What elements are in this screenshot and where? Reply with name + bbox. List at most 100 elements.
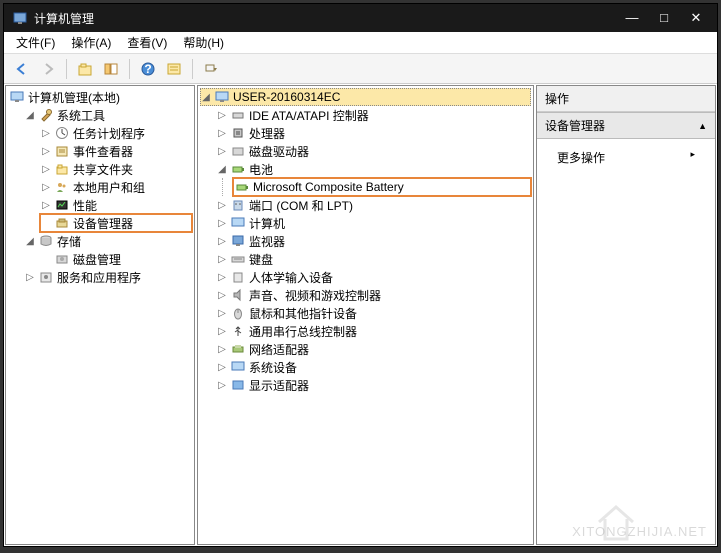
expand-icon[interactable]: ▷ bbox=[216, 379, 228, 391]
expand-icon[interactable]: ▷ bbox=[216, 289, 228, 301]
expand-icon[interactable]: ▷ bbox=[216, 325, 228, 337]
device-network[interactable]: ▷网络适配器 bbox=[216, 340, 531, 358]
expand-icon[interactable]: ▷ bbox=[216, 217, 228, 229]
expand-icon[interactable]: ▷ bbox=[24, 271, 36, 283]
more-actions[interactable]: 更多操作 bbox=[545, 145, 707, 170]
toolbar-separator bbox=[66, 59, 67, 79]
expand-icon[interactable]: ▷ bbox=[216, 199, 228, 211]
help-button[interactable]: ? bbox=[136, 57, 160, 81]
expand-icon[interactable]: ▷ bbox=[216, 127, 228, 139]
close-button[interactable]: ✕ bbox=[689, 10, 703, 26]
properties-button[interactable] bbox=[162, 57, 186, 81]
device-system[interactable]: ▷系统设备 bbox=[216, 358, 531, 376]
tree-task-scheduler[interactable]: ▷任务计划程序 bbox=[40, 124, 192, 142]
chevron-up-icon: ▲ bbox=[698, 121, 707, 131]
device-hid[interactable]: ▷人体学输入设备 bbox=[216, 268, 531, 286]
device-computer[interactable]: ▷计算机 bbox=[216, 214, 531, 232]
cpu-icon bbox=[230, 125, 246, 141]
actions-section[interactable]: 设备管理器 ▲ bbox=[537, 112, 715, 139]
device-microsoft-composite-battery[interactable]: Microsoft Composite Battery bbox=[233, 178, 531, 196]
ide-icon bbox=[230, 107, 246, 123]
battery-icon bbox=[230, 161, 246, 177]
collapse-icon[interactable]: ◢ bbox=[216, 163, 228, 175]
collapse-icon[interactable]: ◢ bbox=[24, 109, 36, 121]
device-manager-icon bbox=[54, 215, 70, 231]
expand-icon[interactable]: ▷ bbox=[40, 181, 52, 193]
window-title: 计算机管理 bbox=[34, 10, 625, 27]
tree-services-apps[interactable]: ▷服务和应用程序 bbox=[24, 268, 192, 286]
device-cpu[interactable]: ▷处理器 bbox=[216, 124, 531, 142]
show-hide-button[interactable] bbox=[99, 57, 123, 81]
device-monitor[interactable]: ▷监视器 bbox=[216, 232, 531, 250]
tree-system-tools[interactable]: ◢ 系统工具 bbox=[24, 106, 192, 124]
expand-icon[interactable]: ▷ bbox=[216, 307, 228, 319]
actions-body: 更多操作 bbox=[537, 139, 715, 176]
expand-icon[interactable]: ▷ bbox=[216, 253, 228, 265]
menu-action[interactable]: 操作(A) bbox=[63, 32, 119, 53]
expand-icon[interactable]: ▷ bbox=[40, 145, 52, 157]
menu-view[interactable]: 查看(V) bbox=[119, 32, 175, 53]
tree-root[interactable]: 计算机管理(本地) bbox=[8, 88, 192, 106]
expand-icon[interactable]: ▷ bbox=[216, 145, 228, 157]
actions-panel: 操作 设备管理器 ▲ 更多操作 bbox=[536, 85, 716, 545]
tree-performance[interactable]: ▷性能 bbox=[40, 196, 192, 214]
device-root[interactable]: ◢ USER-20160314EC bbox=[200, 88, 531, 106]
hid-icon bbox=[230, 269, 246, 285]
window-controls: — □ ✕ bbox=[625, 10, 709, 26]
console-tree-panel: 计算机管理(本地) ◢ 系统工具 ▷任务计划程序 ▷ bbox=[5, 85, 195, 545]
tree-disk-management[interactable]: ▷磁盘管理 bbox=[40, 250, 192, 268]
device-ports[interactable]: ▷端口 (COM 和 LPT) bbox=[216, 196, 531, 214]
computer-management-icon bbox=[9, 89, 25, 105]
tree-event-viewer[interactable]: ▷事件查看器 bbox=[40, 142, 192, 160]
menu-file[interactable]: 文件(F) bbox=[8, 32, 63, 53]
tree-shared-folders[interactable]: ▷共享文件夹 bbox=[40, 160, 192, 178]
expand-icon[interactable]: ▷ bbox=[216, 361, 228, 373]
network-icon bbox=[230, 341, 246, 357]
menu-help[interactable]: 帮助(H) bbox=[175, 32, 232, 53]
forward-button[interactable] bbox=[36, 57, 60, 81]
device-display[interactable]: ▷显示适配器 bbox=[216, 376, 531, 394]
maximize-button[interactable]: □ bbox=[657, 10, 671, 26]
collapse-icon[interactable]: ◢ bbox=[24, 235, 36, 247]
device-mouse[interactable]: ▷鼠标和其他指针设备 bbox=[216, 304, 531, 322]
collapse-icon[interactable]: ◢ bbox=[200, 91, 212, 103]
users-icon bbox=[54, 179, 70, 195]
expand-icon[interactable]: ▷ bbox=[40, 163, 52, 175]
app-icon bbox=[12, 10, 28, 26]
disk-icon bbox=[54, 251, 70, 267]
computer-icon bbox=[230, 215, 246, 231]
up-button[interactable] bbox=[73, 57, 97, 81]
actions-header: 操作 bbox=[537, 86, 715, 112]
usb-icon bbox=[230, 323, 246, 339]
device-battery[interactable]: ◢电池 bbox=[216, 160, 531, 178]
device-ide[interactable]: ▷IDE ATA/ATAPI 控制器 bbox=[216, 106, 531, 124]
expand-icon[interactable]: ▷ bbox=[40, 127, 52, 139]
mouse-icon bbox=[230, 305, 246, 321]
back-button[interactable] bbox=[10, 57, 34, 81]
device-tree-panel: ◢ USER-20160314EC ▷IDE ATA/ATAPI 控制器 ▷处理… bbox=[197, 85, 534, 545]
refresh-button[interactable] bbox=[199, 57, 223, 81]
expand-icon[interactable]: ▷ bbox=[216, 109, 228, 121]
expand-icon[interactable]: ▷ bbox=[40, 199, 52, 211]
expand-icon[interactable]: ▷ bbox=[216, 235, 228, 247]
event-icon bbox=[54, 143, 70, 159]
computer-icon bbox=[214, 89, 230, 105]
battery-icon bbox=[234, 179, 250, 195]
monitor-icon bbox=[230, 233, 246, 249]
tools-icon bbox=[38, 107, 54, 123]
svg-text:?: ? bbox=[144, 62, 151, 76]
device-audio[interactable]: ▷声音、视频和游戏控制器 bbox=[216, 286, 531, 304]
tree-storage[interactable]: ◢ 存储 bbox=[24, 232, 192, 250]
tree-device-manager[interactable]: ▷设备管理器 bbox=[40, 214, 192, 232]
tree-local-users[interactable]: ▷本地用户和组 bbox=[40, 178, 192, 196]
device-usb[interactable]: ▷通用串行总线控制器 bbox=[216, 322, 531, 340]
device-tree: ◢ USER-20160314EC ▷IDE ATA/ATAPI 控制器 ▷处理… bbox=[198, 86, 533, 396]
expand-icon[interactable]: ▷ bbox=[216, 271, 228, 283]
device-disk-drives[interactable]: ▷磁盘驱动器 bbox=[216, 142, 531, 160]
speaker-icon bbox=[230, 287, 246, 303]
keyboard-icon bbox=[230, 251, 246, 267]
minimize-button[interactable]: — bbox=[625, 10, 639, 26]
display-adapter-icon bbox=[230, 377, 246, 393]
device-keyboard[interactable]: ▷键盘 bbox=[216, 250, 531, 268]
expand-icon[interactable]: ▷ bbox=[216, 343, 228, 355]
